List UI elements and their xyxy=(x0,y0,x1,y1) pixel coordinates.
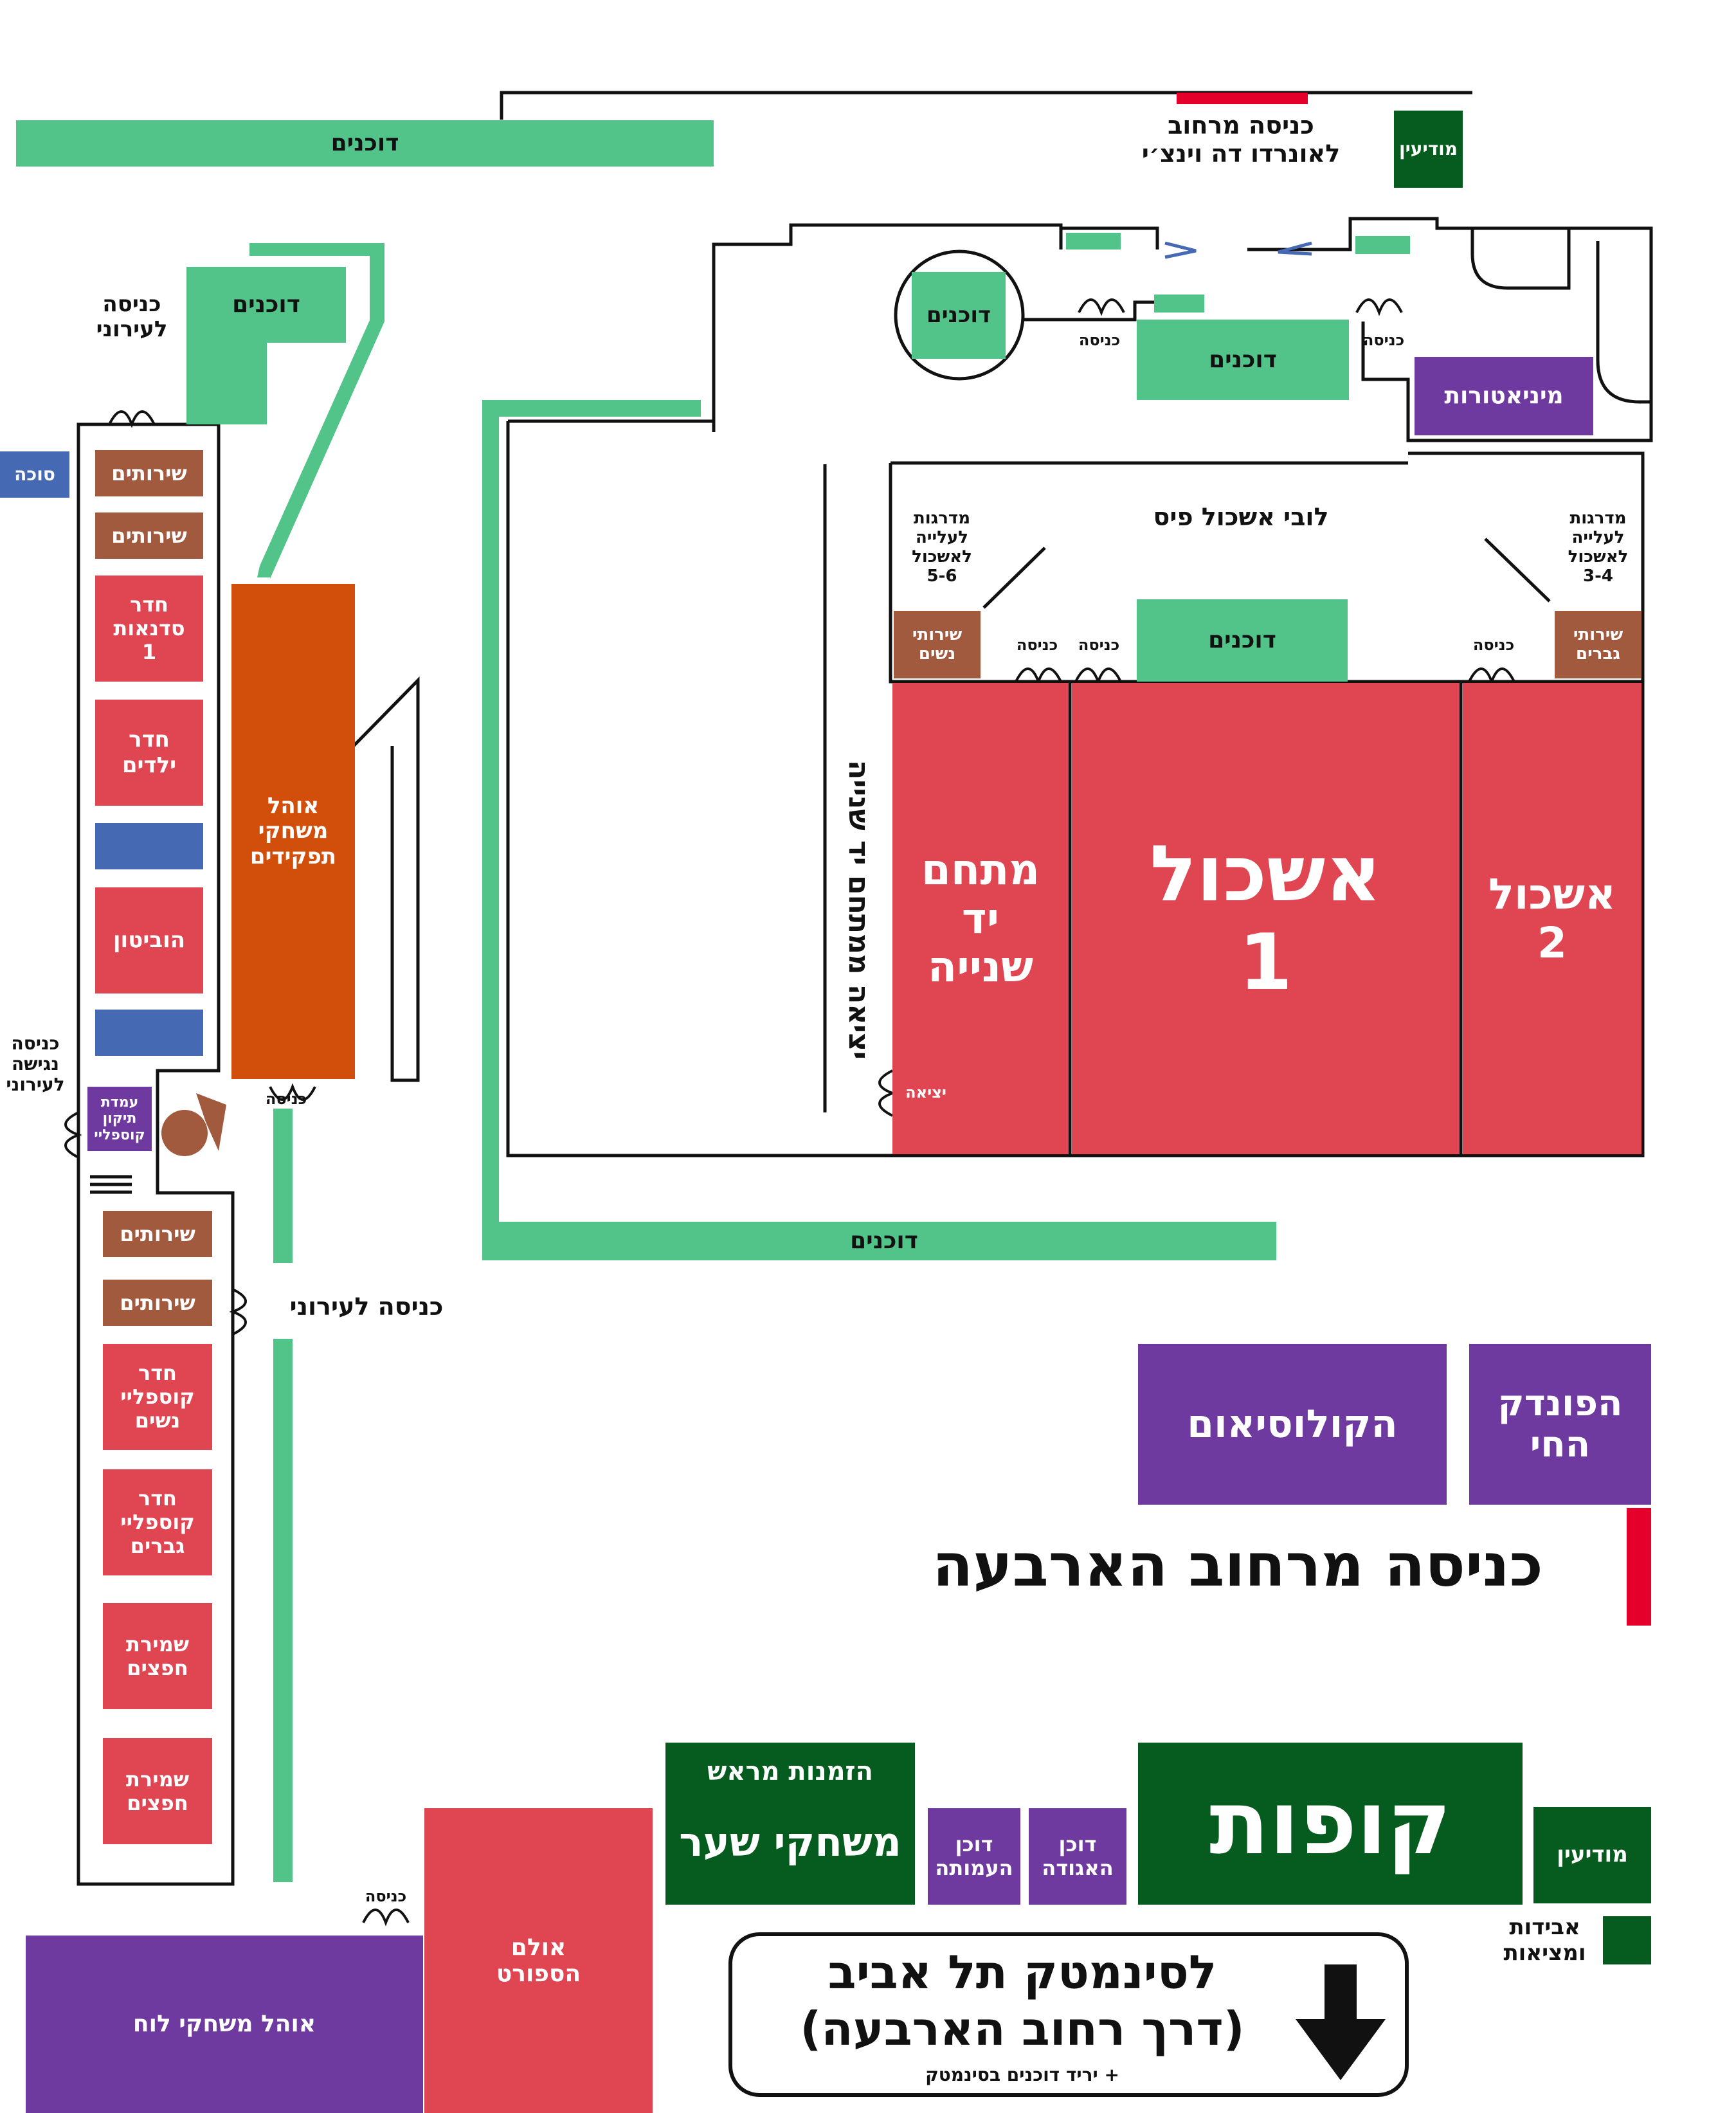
booths-left-block[interactable]: דוכנים xyxy=(186,267,346,343)
storage-2[interactable]: שמירת חפצים xyxy=(103,1738,212,1844)
board-games-tent[interactable]: אוהל משחקי לוח xyxy=(26,1936,423,2113)
cosplay-room-men[interactable]: חדר קוספליי גברים xyxy=(103,1469,212,1575)
corridor-strip-left-lower-1 xyxy=(273,1109,293,1263)
restrooms-4[interactable]: שירותים xyxy=(103,1280,212,1326)
accessible-entrance-label: כניסה נגישה לעירוני xyxy=(6,1032,65,1096)
eshkol-lobby-label: לובי אשכול פיס xyxy=(1153,503,1329,532)
annex-curve xyxy=(1470,228,1571,290)
booth-strip-a xyxy=(1066,233,1121,249)
gate-mark-left xyxy=(1164,241,1197,259)
gamers-gate-booth[interactable]: הזמנות מראש משחקי שער xyxy=(665,1743,915,1905)
women-restrooms[interactable]: שירותי נשים xyxy=(894,611,981,678)
arrow-down-icon xyxy=(1296,1964,1386,2080)
miniatures[interactable]: מיניאטורות xyxy=(1415,357,1593,435)
door-icon xyxy=(362,1909,410,1927)
men-restrooms[interactable]: שירותי גברים xyxy=(1555,611,1641,678)
colosseum[interactable]: הקולוסיאום xyxy=(1138,1344,1447,1505)
corridor-strip-left-lower-2 xyxy=(273,1339,293,1882)
roleplay-tent[interactable]: אוהל משחקי תפקידים xyxy=(231,584,355,1079)
box-office[interactable]: קופות xyxy=(1138,1743,1523,1905)
restrooms-2[interactable]: שירותים xyxy=(95,512,203,559)
cosplay-repair-logo xyxy=(161,1093,226,1156)
sport-hall[interactable]: אולם הספורט xyxy=(424,1808,653,2113)
stairs-3-4-label: מדרגות לעלייה לאשכול 3-4 xyxy=(1568,509,1629,586)
lobby-connector xyxy=(1154,295,1204,313)
leonardo-entrance-label: כניסה מרחוב לאונרדו דה וינצ׳י xyxy=(1141,111,1341,168)
entrance-label-eshkol-a: כניסה xyxy=(1016,636,1058,655)
leonardo-entrance-marker xyxy=(1177,93,1308,104)
door-icon xyxy=(1078,298,1125,316)
stairs-5-6-label: מדרגות לעלייה לאשכול 5-6 xyxy=(912,509,972,586)
booths-strip-top[interactable]: דוכנים xyxy=(16,120,714,167)
door-icon xyxy=(229,1288,247,1336)
storage-1[interactable]: שמירת חפצים xyxy=(103,1603,212,1709)
door-icon xyxy=(64,1111,82,1159)
door-icon xyxy=(1074,667,1122,685)
tent-annex-wall xyxy=(352,676,420,1082)
cinematheque-line-1: לסינמטק תל אביב xyxy=(827,1945,1217,1999)
residents-entrance-label: כניסה לעירוני xyxy=(289,1292,444,1321)
booth-strip-b xyxy=(1355,236,1410,254)
kids-room[interactable]: חדר ילדים xyxy=(95,700,203,806)
sukkah[interactable]: סוכה xyxy=(0,451,69,498)
main-building-wall xyxy=(712,223,1063,432)
eshkol-2-hall[interactable]: אשכול 2 xyxy=(1463,683,1641,1154)
door-icon xyxy=(108,410,156,428)
stairs-icon xyxy=(90,1175,132,1194)
door-icon xyxy=(1468,667,1515,685)
door-icon xyxy=(1015,667,1062,685)
no-entry-block-2 xyxy=(95,1010,203,1056)
restrooms-3[interactable]: שירותים xyxy=(103,1211,212,1257)
booths-left-block-leg xyxy=(186,341,267,424)
eshkol-1-hall[interactable]: אשכול 1 xyxy=(1072,683,1460,1154)
booths-lobby-top[interactable]: דוכנים xyxy=(1137,320,1349,400)
arbaa-entrance-label: כניסה מרחוב הארבעה xyxy=(932,1531,1543,1601)
living-inn[interactable]: הפונדק החי xyxy=(1469,1344,1651,1505)
stairs-right-line xyxy=(1484,538,1551,603)
lost-found-marker xyxy=(1603,1916,1651,1964)
info-desk-bottom[interactable]: מודיעין xyxy=(1533,1807,1651,1903)
booths-strip-bottom-label: דוכנים xyxy=(850,1228,918,1255)
preorders-label: הזמנות מראש xyxy=(707,1757,874,1786)
hobbiton[interactable]: הוביטון xyxy=(95,887,203,993)
booths-lobby-center[interactable]: דוכנים xyxy=(1137,599,1348,682)
exit-label: יציאה xyxy=(905,1084,946,1102)
no-entry-block-1 xyxy=(95,823,203,869)
entrance-label-lobby-right: כניסה xyxy=(1362,331,1405,350)
entrance-label-sport: כניסה xyxy=(365,1887,407,1906)
entrance-label-lobby-left: כניסה xyxy=(1078,331,1121,350)
restrooms-1[interactable]: שירותים xyxy=(95,450,203,496)
cinematheque-note: + יריד דוכנים בסינמטק xyxy=(925,2064,1119,2086)
arbaa-entrance-marker xyxy=(1627,1508,1651,1626)
door-icon xyxy=(1355,298,1403,316)
entrance-label-eshkol-c: כניסה xyxy=(1472,636,1515,655)
lost-found-label[interactable]: אבידות ומציאות xyxy=(1488,1913,1601,1968)
workshop-room-1[interactable]: חדר סדנאות 1 xyxy=(95,576,203,682)
entrance-label-tent: כניסה xyxy=(265,1090,307,1109)
cosplay-room-women[interactable]: חדר קוספליי נשים xyxy=(103,1344,212,1450)
cinematheque-line-2: (דרך רחוב הארבעה) xyxy=(800,2001,1245,2056)
aguda-booth[interactable]: דוכן האגודה xyxy=(1029,1808,1126,1905)
door-icon xyxy=(878,1069,896,1117)
cosplay-repair-station[interactable]: עמדת תיקון קוספליי xyxy=(87,1087,152,1151)
annex-curve-2 xyxy=(1596,241,1651,404)
yad-shniya-exit-label: יציאה ממתחם יד שנייה xyxy=(842,760,876,1060)
amuta-booth[interactable]: דוכן העמותה xyxy=(928,1808,1020,1905)
residents-entrance-top-label: כניסה לעירוני xyxy=(96,291,168,342)
entrance-label-eshkol-b: כניסה xyxy=(1078,636,1120,655)
stairs-left-line xyxy=(982,547,1046,609)
booths-circle[interactable]: דוכנים xyxy=(912,272,1006,359)
info-desk-top[interactable]: מודיעין xyxy=(1394,111,1463,188)
gamers-gate-label: משחקי שער xyxy=(679,1818,901,1866)
